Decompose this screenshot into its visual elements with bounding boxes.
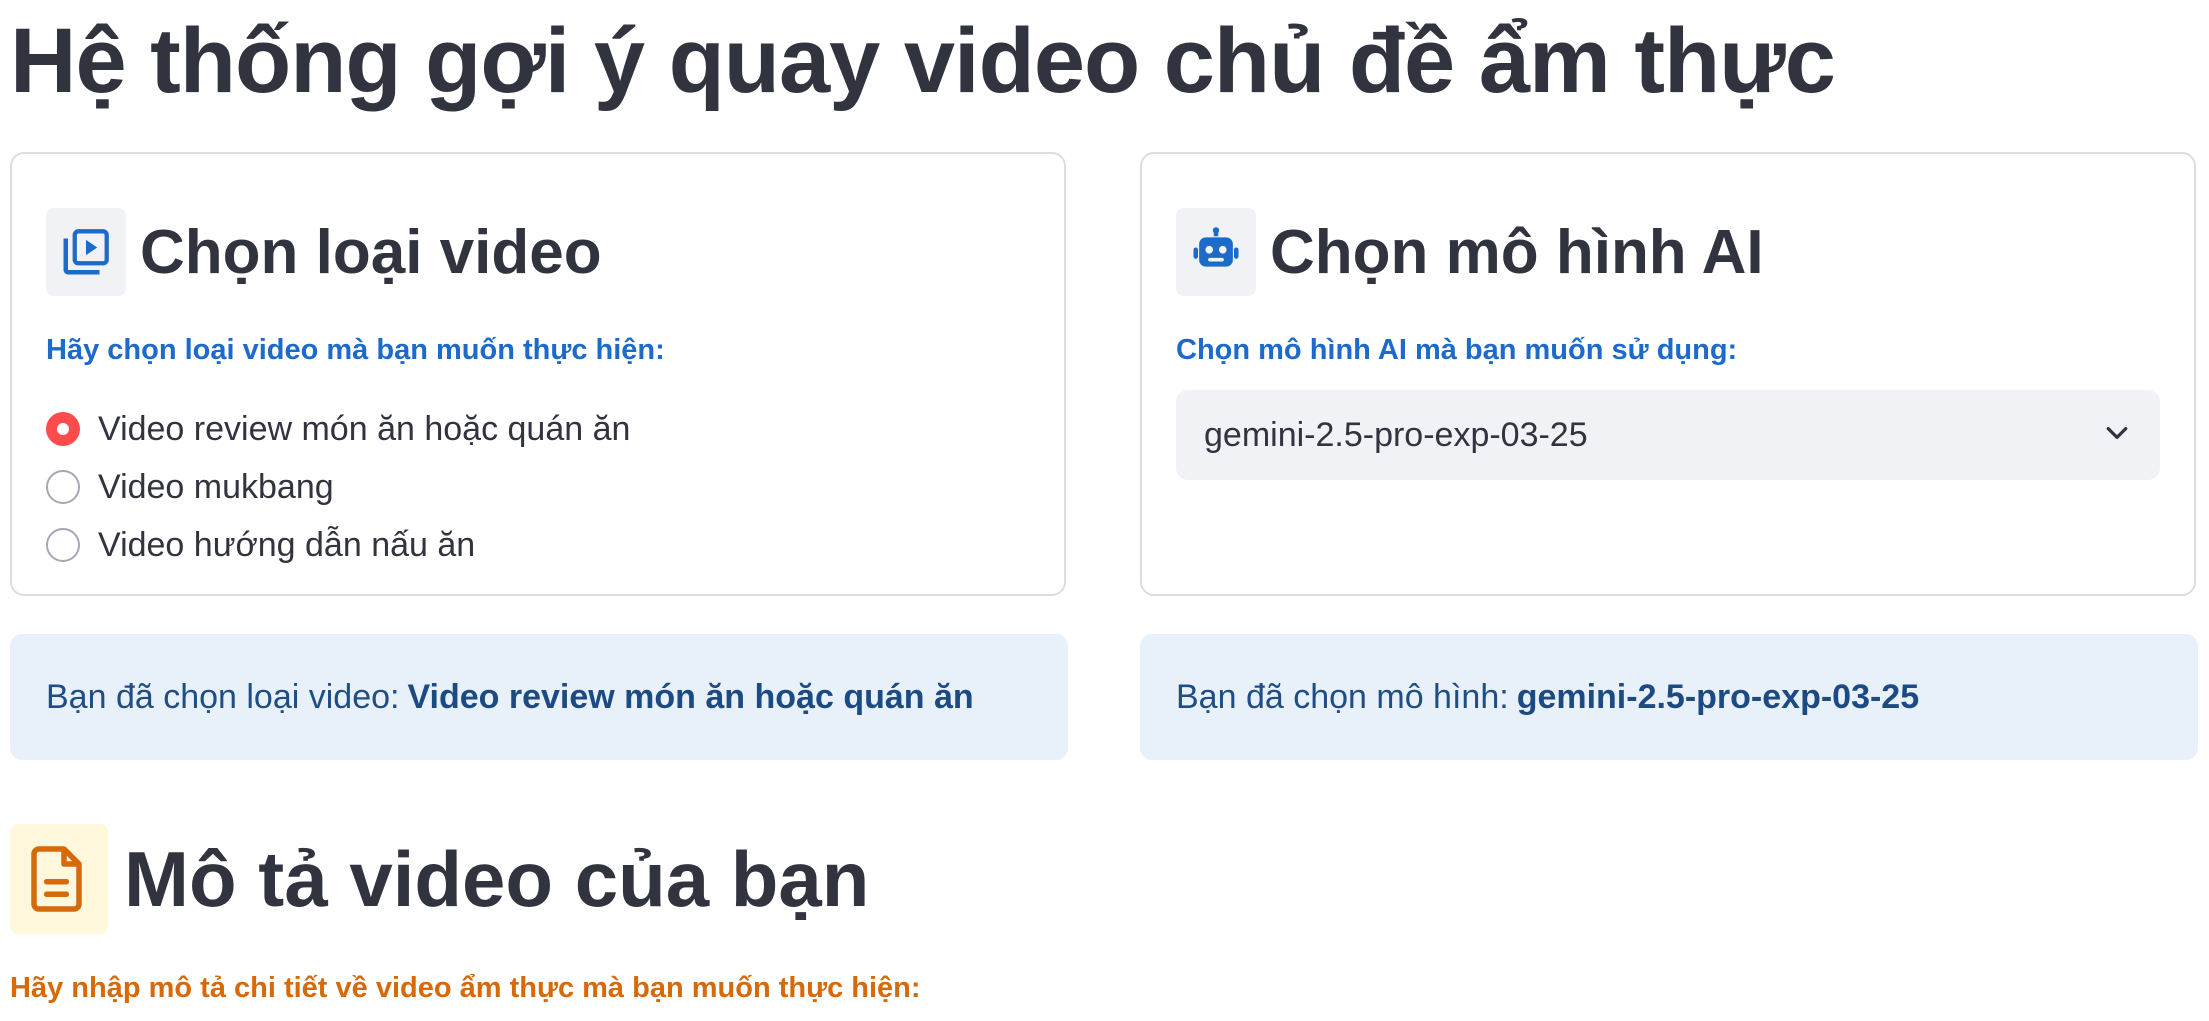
description-header: Mô tả video của bạn [10, 824, 869, 934]
chevron-down-icon[interactable] [2102, 418, 2132, 453]
radio-label[interactable]: Video review món ăn hoặc quán ăn [98, 410, 630, 449]
video-type-card: Chọn loại video Hãy chọn loại video mà b… [10, 152, 1066, 596]
model-info: Bạn đã chọn mô hình: gemini-2.5-pro-exp-… [1140, 634, 2198, 760]
radio-option-cooking[interactable]: Video hướng dẫn nấu ăn [46, 516, 630, 574]
video-library-icon [46, 208, 126, 296]
radio-option-review[interactable]: Video review món ăn hoặc quán ăn [46, 400, 630, 458]
radio-option-mukbang[interactable]: Video mukbang [46, 458, 630, 516]
description-title: Mô tả video của bạn [124, 834, 870, 923]
video-type-radio-group: Video review món ăn hoặc quán ăn Video m… [46, 400, 630, 574]
radio-button-checked[interactable] [46, 412, 80, 446]
info-value: gemini-2.5-pro-exp-03-25 [1516, 677, 1920, 716]
document-icon [10, 824, 108, 934]
info-prefix: Bạn đã chọn loại video: [46, 677, 400, 716]
model-select[interactable]: gemini-2.5-pro-exp-03-25 [1176, 390, 2160, 480]
model-title: Chọn mô hình AI [1270, 217, 1764, 287]
video-type-prompt: Hãy chọn loại video mà bạn muốn thực hiệ… [46, 334, 665, 366]
model-card: Chọn mô hình AI Chọn mô hình AI mà bạn m… [1140, 152, 2196, 596]
video-type-info: Bạn đã chọn loại video: Video review món… [10, 634, 1068, 760]
robot-icon [1176, 208, 1256, 296]
info-value: Video review món ăn hoặc quán ăn [407, 677, 974, 716]
radio-label[interactable]: Video hướng dẫn nấu ăn [98, 526, 475, 565]
video-type-header: Chọn loại video [46, 208, 602, 296]
radio-label[interactable]: Video mukbang [98, 468, 334, 507]
video-type-title: Chọn loại video [140, 217, 602, 287]
info-prefix: Bạn đã chọn mô hình: [1176, 677, 1509, 716]
page-title: Hệ thống gợi ý quay video chủ đề ẩm thực [10, 10, 1836, 112]
model-header: Chọn mô hình AI [1176, 208, 1764, 296]
page: Hệ thống gợi ý quay video chủ đề ẩm thực… [0, 0, 2209, 1021]
radio-button[interactable] [46, 470, 80, 504]
model-select-value[interactable]: gemini-2.5-pro-exp-03-25 [1204, 416, 1588, 455]
model-prompt: Chọn mô hình AI mà bạn muốn sử dụng: [1176, 334, 1738, 366]
radio-button[interactable] [46, 528, 80, 562]
description-prompt: Hãy nhập mô tả chi tiết về video ẩm thực… [10, 972, 921, 1004]
